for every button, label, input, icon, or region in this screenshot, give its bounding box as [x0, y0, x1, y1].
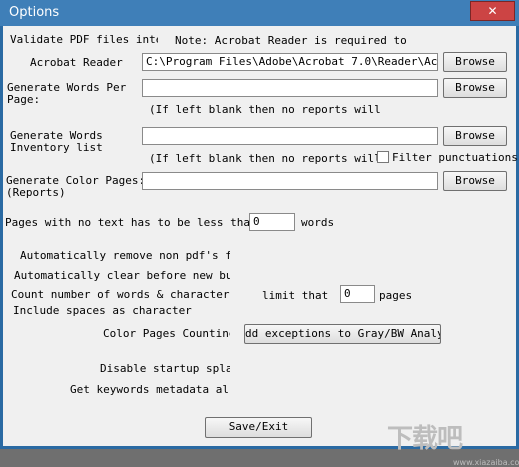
color-pages-input[interactable]	[142, 172, 438, 190]
count-words-checkbox[interactable]: Count number of words & characters a	[11, 288, 230, 302]
watermark-logo: 下载吧	[387, 424, 463, 454]
acrobat-required-note: Note: Acrobat Reader is required to	[175, 34, 407, 47]
watermark-url: www.xiazaiba.com	[453, 458, 519, 467]
remove-non-pdf-label: Automatically remove non pdf's from	[20, 249, 230, 262]
color-pages-counting-label: Color Pages Counting	[103, 327, 230, 340]
limit-suffix: pages	[379, 289, 413, 302]
title-bar[interactable]: Options ✕	[0, 0, 519, 26]
count-words-label: Count number of words & characters a	[11, 288, 230, 301]
no-text-suffix: words	[301, 216, 335, 229]
words-per-page-input[interactable]	[142, 79, 438, 97]
keywords-metadata-checkbox[interactable]: Get keywords metadata also	[70, 383, 230, 397]
window-title: Options	[9, 5, 60, 20]
inventory-input[interactable]	[142, 127, 438, 145]
words-per-page-hint: (If left blank then no reports will	[149, 103, 381, 116]
exceptions-gray-bw-button[interactable]: dd exceptions to Gray/BW Analysi	[244, 324, 441, 344]
validate-pdf-checkbox[interactable]: Validate PDF files integ	[10, 33, 158, 47]
limit-label: limit that	[262, 289, 329, 302]
remove-non-pdf-checkbox[interactable]: Automatically remove non pdf's from	[20, 249, 230, 263]
save-exit-button[interactable]: Save/Exit	[205, 417, 312, 438]
color-pages-counting-checkbox[interactable]: Color Pages Counting	[103, 327, 230, 341]
no-text-label: Pages with no text has to be less than	[5, 216, 257, 229]
inventory-hint: (If left blank then no reports will	[149, 152, 381, 165]
validate-pdf-label: Validate PDF files integ	[10, 33, 158, 46]
clear-before-bulk-checkbox[interactable]: Automatically clear before new bulk	[14, 269, 230, 283]
clear-before-bulk-label: Automatically clear before new bulk	[14, 269, 230, 282]
disable-splash-checkbox[interactable]: Disable startup splas	[100, 362, 230, 376]
disable-splash-label: Disable startup splas	[100, 362, 230, 375]
limit-pages-input[interactable]: 0	[340, 285, 375, 303]
color-pages-browse-button[interactable]: Browse	[443, 171, 507, 191]
inventory-label-2: Inventory list	[10, 141, 103, 154]
options-window: Options ✕ Validate PDF files integ Note:…	[0, 0, 519, 467]
close-button[interactable]: ✕	[470, 1, 515, 21]
words-per-page-label-2: Page:	[7, 93, 41, 106]
inventory-browse-button[interactable]: Browse	[443, 126, 507, 146]
include-spaces-checkbox[interactable]: Include spaces as character	[13, 304, 230, 318]
filter-punctuations-label: Filter punctuations	[392, 151, 518, 164]
acrobat-browse-button[interactable]: Browse	[443, 52, 507, 72]
acrobat-path-input[interactable]: C:\Program Files\Adobe\Acrobat 7.0\Reade…	[142, 53, 438, 71]
options-panel: Validate PDF files integ Note: Acrobat R…	[3, 26, 519, 467]
acrobat-reader-label: Acrobat Reader	[30, 56, 123, 69]
include-spaces-label: Include spaces as character	[13, 304, 192, 317]
filter-punctuations-checkbox[interactable]	[377, 151, 389, 163]
no-text-words-input[interactable]: 0	[249, 213, 295, 231]
keywords-metadata-label: Get keywords metadata also	[70, 383, 230, 396]
color-pages-label-2: (Reports)	[6, 186, 66, 199]
words-per-page-browse-button[interactable]: Browse	[443, 78, 507, 98]
